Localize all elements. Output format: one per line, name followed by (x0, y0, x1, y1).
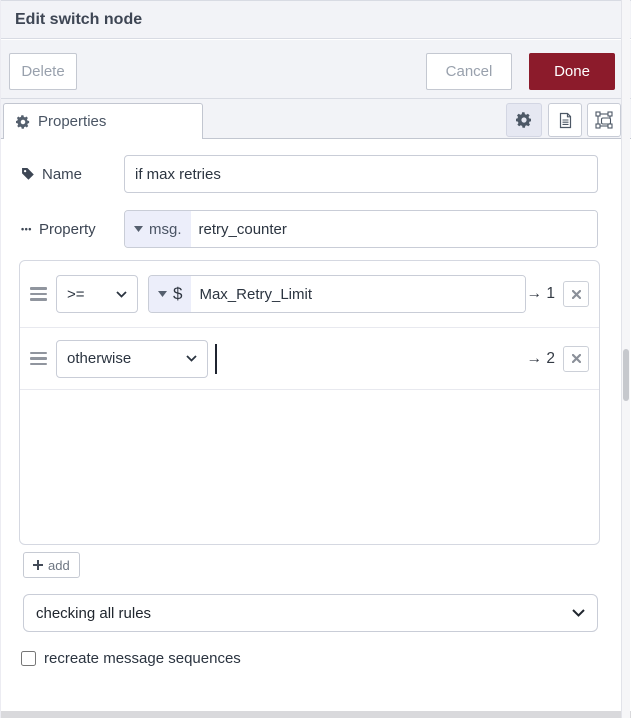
rule-row-2: otherwise → 2 (20, 328, 599, 390)
document-icon (558, 112, 573, 129)
property-value-input[interactable] (190, 211, 597, 247)
done-button[interactable]: Done (529, 53, 615, 90)
tab-properties-label: Properties (38, 113, 107, 130)
properties-view-button[interactable] (506, 103, 542, 137)
appearance-view-button[interactable] (587, 103, 621, 137)
recreate-sequences-checkbox[interactable] (21, 651, 36, 666)
rule-2-output-label: → 2 (526, 349, 555, 367)
gear-icon (16, 114, 30, 129)
drag-handle-icon[interactable] (30, 351, 47, 366)
name-field-row: Name (21, 155, 598, 193)
check-mode-select[interactable]: checking all rules (23, 594, 598, 632)
cancel-button[interactable]: Cancel (426, 53, 512, 90)
rule-1-operator-select[interactable]: >= (56, 275, 138, 313)
add-rule-button[interactable]: add (23, 552, 80, 578)
rule-1-typed-input: $ (148, 275, 526, 313)
gear-icon (516, 112, 532, 128)
drag-handle-icon[interactable] (30, 287, 47, 301)
text-cursor (215, 343, 217, 374)
close-icon (571, 354, 581, 363)
rule-2-remove-button[interactable] (563, 345, 589, 372)
property-type-button[interactable]: msg. (125, 211, 191, 247)
recreate-sequences-label: recreate message sequences (44, 650, 241, 667)
rules-list: >= $ → 1 otherwise (19, 260, 600, 545)
rule-1-value-input[interactable] (191, 276, 525, 312)
scrollbar-thumb[interactable] (623, 349, 629, 401)
rule-1-value-type-button[interactable]: $ (149, 276, 192, 312)
tag-icon (21, 167, 35, 181)
name-input[interactable] (124, 155, 598, 193)
caret-down-icon (134, 226, 143, 232)
property-typed-input: msg. (124, 210, 598, 248)
close-icon (571, 289, 581, 299)
ellipsis-icon: ••• (21, 223, 32, 234)
chevron-down-icon (116, 290, 127, 298)
chevron-down-icon (186, 355, 197, 362)
editor-tab-strip: Properties (1, 99, 631, 139)
property-field-row: ••• Property msg. (21, 210, 598, 248)
window-bottom-edge (1, 711, 631, 718)
vertical-scrollbar[interactable] (621, 0, 630, 718)
property-label: ••• Property (21, 220, 96, 238)
dialog-title: Edit switch node (15, 10, 143, 28)
rule-1-output-label: → 1 (526, 285, 555, 302)
plus-icon (33, 560, 43, 570)
recreate-sequences-row: recreate message sequences (21, 650, 241, 667)
caret-down-icon (158, 291, 167, 297)
selection-handles-icon (595, 111, 613, 129)
rule-2-operator-select[interactable]: otherwise (56, 339, 208, 378)
expression-type-icon: $ (173, 284, 183, 303)
name-label: Name (21, 166, 124, 183)
rule-1-remove-button[interactable] (563, 281, 589, 307)
dialog-header: Edit switch node (1, 0, 631, 39)
description-view-button[interactable] (548, 103, 582, 137)
chevron-down-icon (572, 609, 585, 617)
rule-row-1: >= $ → 1 (20, 261, 599, 328)
dialog-button-bar: Delete Cancel Done (1, 40, 631, 99)
delete-button[interactable]: Delete (9, 53, 77, 90)
tab-properties[interactable]: Properties (3, 103, 203, 139)
